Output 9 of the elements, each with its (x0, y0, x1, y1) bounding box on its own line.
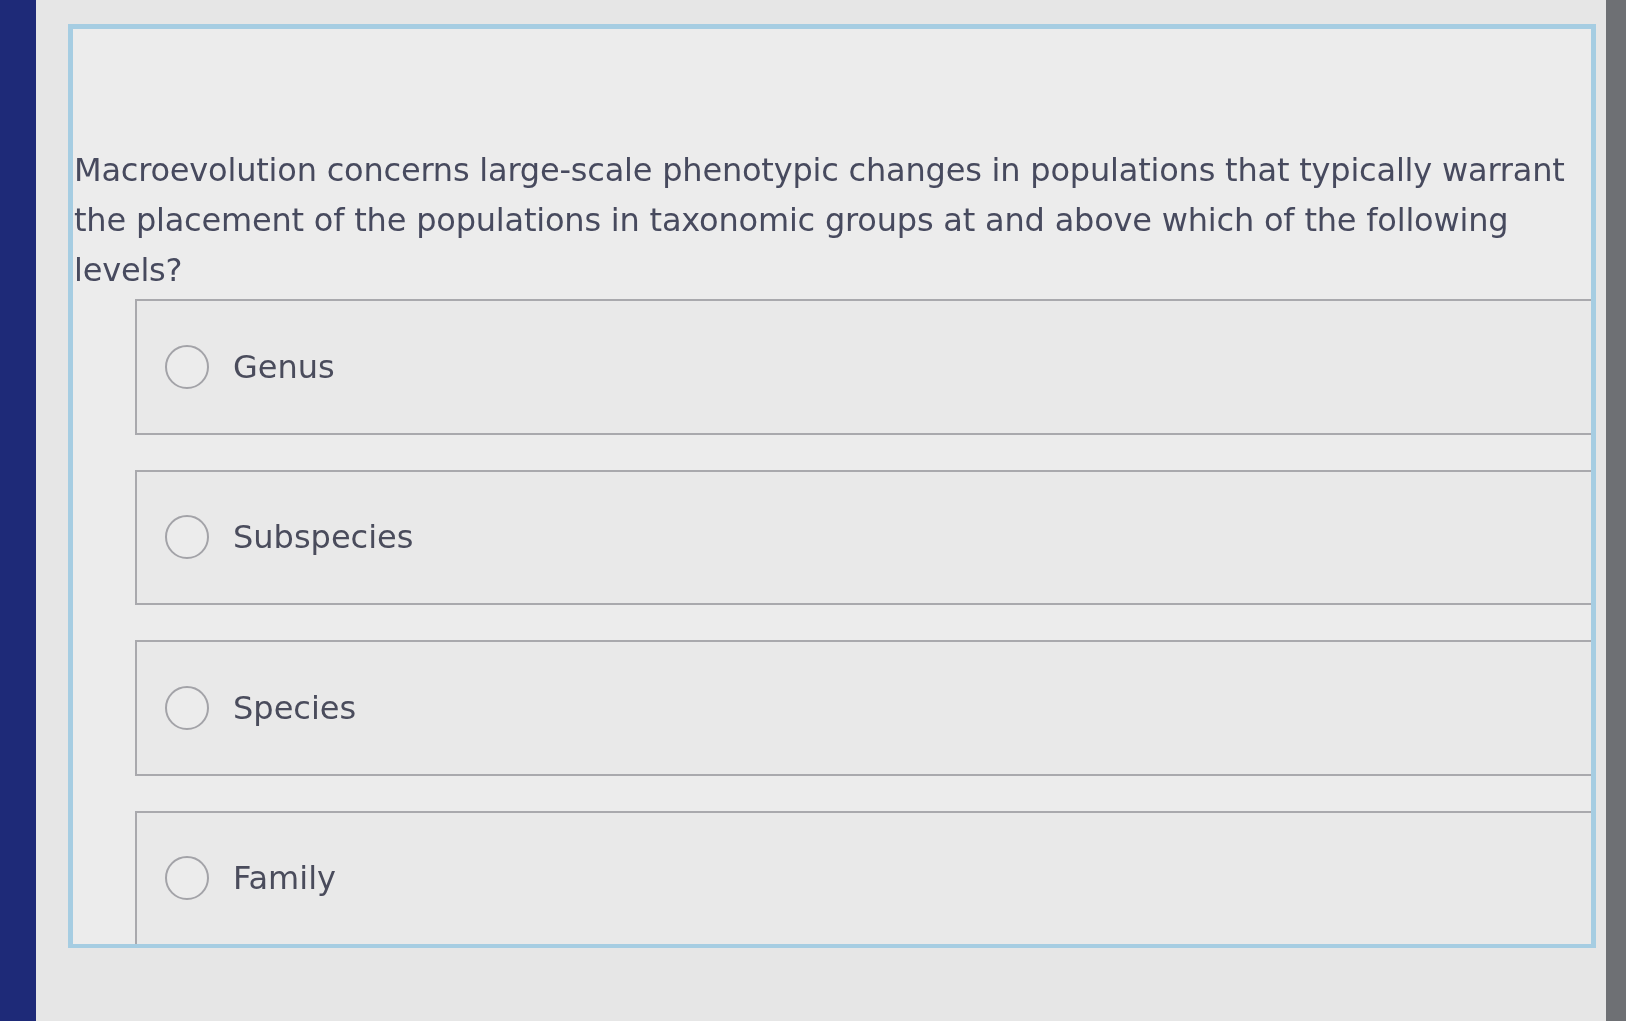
question-text: Macroevolution concerns large-scale phenotypic changes in populations that typically warrant the placement of the populations in taxonomic groups at and above which of the following levels? (74, 150, 1566, 291)
radio-button[interactable] (165, 515, 209, 560)
answer-option[interactable]: Genus (135, 299, 1591, 435)
answer-option[interactable]: Species (135, 640, 1591, 776)
radio-button[interactable] (165, 344, 209, 389)
answer-option[interactable]: Family (135, 810, 1591, 944)
radio-button[interactable] (165, 685, 209, 730)
answer-option[interactable]: Subspecies (135, 469, 1591, 605)
radio-button[interactable] (165, 856, 209, 901)
